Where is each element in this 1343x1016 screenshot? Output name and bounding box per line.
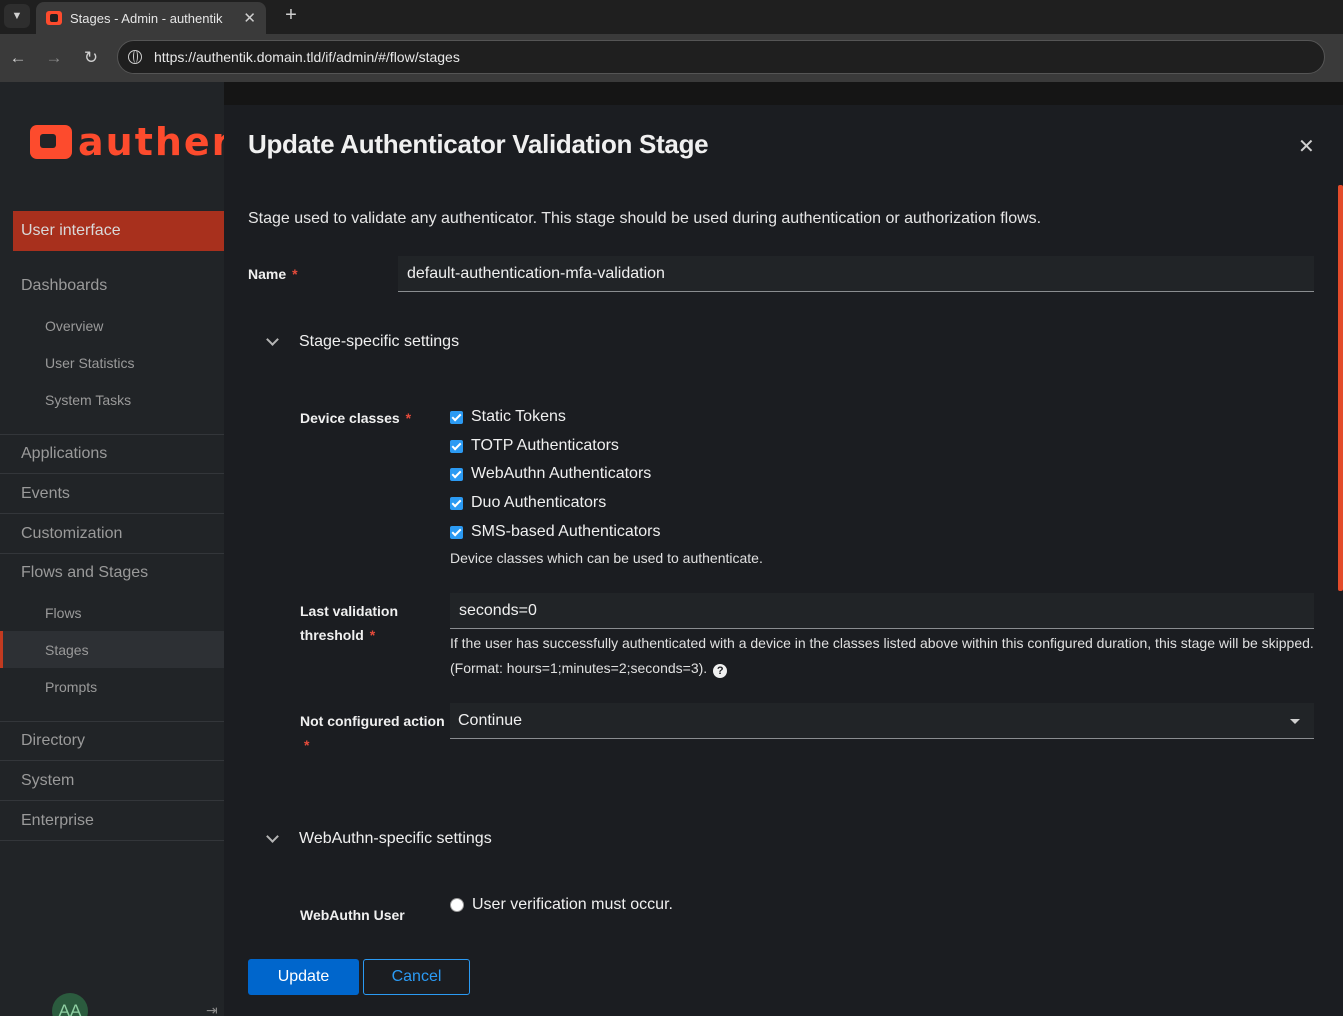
checkbox-checked-icon[interactable] bbox=[450, 496, 463, 510]
not-configured-label: Not configured action * bbox=[300, 713, 445, 753]
question-circle-icon[interactable]: ? bbox=[713, 664, 728, 678]
close-icon[interactable]: ✕ bbox=[1298, 134, 1315, 159]
logo-text: authent bbox=[78, 120, 224, 164]
site-info-icon[interactable] bbox=[128, 50, 142, 64]
radio-user-verification-required[interactable]: User verification must occur. bbox=[450, 896, 673, 914]
back-arrow-icon[interactable]: ← bbox=[6, 46, 30, 70]
authentik-favicon-icon bbox=[46, 11, 62, 25]
chevron-down-icon bbox=[266, 830, 279, 843]
address-bar[interactable]: https://authentik.domain.tld/if/admin/#/… bbox=[117, 40, 1325, 74]
caret-down-icon bbox=[1290, 719, 1300, 724]
name-input[interactable]: default-authentication-mfa-validation bbox=[398, 256, 1314, 292]
page: authent User interface Dashboards Overvi… bbox=[0, 82, 1343, 1016]
close-tab-icon[interactable]: ✕ bbox=[243, 9, 256, 27]
stage-settings-toggle[interactable]: Stage-specific settings bbox=[266, 333, 460, 351]
checkbox-checked-icon[interactable] bbox=[450, 439, 463, 453]
browser-tab[interactable]: Stages - Admin - authentik ✕ bbox=[36, 2, 266, 34]
last-validation-format-help: (Format: hours=1;minutes=2;seconds=3).? bbox=[450, 660, 728, 678]
sidebar-item-applications[interactable]: Applications bbox=[0, 434, 224, 474]
radio-unchecked-icon[interactable] bbox=[450, 898, 464, 912]
not-configured-value: Continue bbox=[458, 711, 523, 729]
device-classes-label: Device classes * bbox=[300, 410, 412, 426]
tab-search-icon[interactable]: ▼ bbox=[4, 4, 30, 28]
update-button[interactable]: Update bbox=[248, 959, 359, 995]
sidebar-item-prompts[interactable]: Prompts bbox=[0, 668, 224, 705]
authentik-logo-icon bbox=[30, 125, 72, 159]
modal-footer: Update Cancel bbox=[224, 937, 1343, 1016]
cancel-button[interactable]: Cancel bbox=[363, 959, 470, 995]
not-configured-select[interactable]: Continue bbox=[450, 703, 1314, 739]
browser-toolbar: ← → ↻ https://authentik.domain.tld/if/ad… bbox=[0, 34, 1343, 82]
checkbox-checked-icon[interactable] bbox=[450, 467, 463, 481]
tab-title: Stages - Admin - authentik bbox=[70, 10, 223, 26]
sidebar-item-user-statistics[interactable]: User Statistics bbox=[0, 344, 224, 381]
name-label: Name * bbox=[248, 266, 298, 282]
webauthn-settings-title: WebAuthn-specific settings bbox=[299, 830, 492, 847]
reload-icon[interactable]: ↻ bbox=[79, 46, 103, 70]
sidebar-item-system[interactable]: System bbox=[0, 761, 224, 801]
modal-title: Update Authenticator Validation Stage bbox=[248, 129, 709, 159]
stage-settings-title: Stage-specific settings bbox=[299, 333, 460, 350]
sidebar-item-enterprise[interactable]: Enterprise bbox=[0, 801, 224, 841]
sidebar-item-events[interactable]: Events bbox=[0, 474, 224, 514]
radio-label: User verification must occur. bbox=[472, 896, 673, 913]
sidebar-section-flows-and-stages[interactable]: Flows and Stages bbox=[0, 553, 224, 593]
checkbox-label: SMS-based Authenticators bbox=[471, 523, 661, 540]
sidebar-item-stages[interactable]: Stages bbox=[0, 631, 224, 668]
url-text: https://authentik.domain.tld/if/admin/#/… bbox=[154, 49, 460, 65]
checkbox-sms[interactable]: SMS-based Authenticators bbox=[450, 523, 660, 541]
checkbox-label: TOTP Authenticators bbox=[471, 437, 619, 454]
webauthn-user-verification-label: WebAuthn User bbox=[300, 907, 405, 923]
sidebar-section-dashboards[interactable]: Dashboards bbox=[0, 266, 224, 306]
sidebar-item-system-tasks[interactable]: System Tasks bbox=[0, 381, 224, 418]
modal-scrollbar[interactable] bbox=[1338, 185, 1343, 591]
checkbox-checked-icon[interactable] bbox=[450, 525, 463, 539]
sidebar-item-overview[interactable]: Overview bbox=[0, 307, 224, 344]
sidebar: authent User interface Dashboards Overvi… bbox=[0, 82, 224, 1016]
logout-icon[interactable]: ⇥ bbox=[206, 1002, 218, 1016]
sidebar-item-customization[interactable]: Customization bbox=[0, 514, 224, 554]
sidebar-item-directory[interactable]: Directory bbox=[0, 721, 224, 761]
sidebar-item-flows[interactable]: Flows bbox=[0, 594, 224, 631]
last-validation-help: If the user has successfully authenticat… bbox=[450, 635, 1314, 651]
browser-tabbar: ▼ Stages - Admin - authentik ✕ + bbox=[0, 0, 1343, 34]
chevron-down-icon bbox=[266, 333, 279, 346]
forward-arrow-icon[interactable]: → bbox=[42, 46, 66, 70]
last-validation-label: Last validation threshold * bbox=[300, 603, 399, 643]
checkbox-duo[interactable]: Duo Authenticators bbox=[450, 494, 606, 512]
new-tab-icon[interactable]: + bbox=[280, 4, 302, 26]
update-stage-modal: Update Authenticator Validation Stage ✕ … bbox=[224, 105, 1343, 1016]
checkbox-label: Duo Authenticators bbox=[471, 494, 607, 511]
authentik-logo[interactable]: authent bbox=[30, 120, 224, 164]
webauthn-settings-toggle[interactable]: WebAuthn-specific settings bbox=[266, 830, 492, 848]
device-classes-help: Device classes which can be used to auth… bbox=[450, 550, 763, 566]
checkbox-checked-icon[interactable] bbox=[450, 410, 463, 424]
checkbox-totp[interactable]: TOTP Authenticators bbox=[450, 437, 619, 455]
avatar[interactable]: AA bbox=[52, 993, 88, 1016]
stage-description: Stage used to validate any authenticator… bbox=[248, 210, 1042, 227]
user-interface-button[interactable]: User interface bbox=[13, 211, 224, 251]
checkbox-label: WebAuthn Authenticators bbox=[471, 465, 652, 482]
checkbox-webauthn[interactable]: WebAuthn Authenticators bbox=[450, 465, 651, 483]
last-validation-input[interactable]: seconds=0 bbox=[450, 593, 1314, 629]
checkbox-label: Static Tokens bbox=[471, 408, 566, 425]
checkbox-static-tokens[interactable]: Static Tokens bbox=[450, 408, 566, 426]
